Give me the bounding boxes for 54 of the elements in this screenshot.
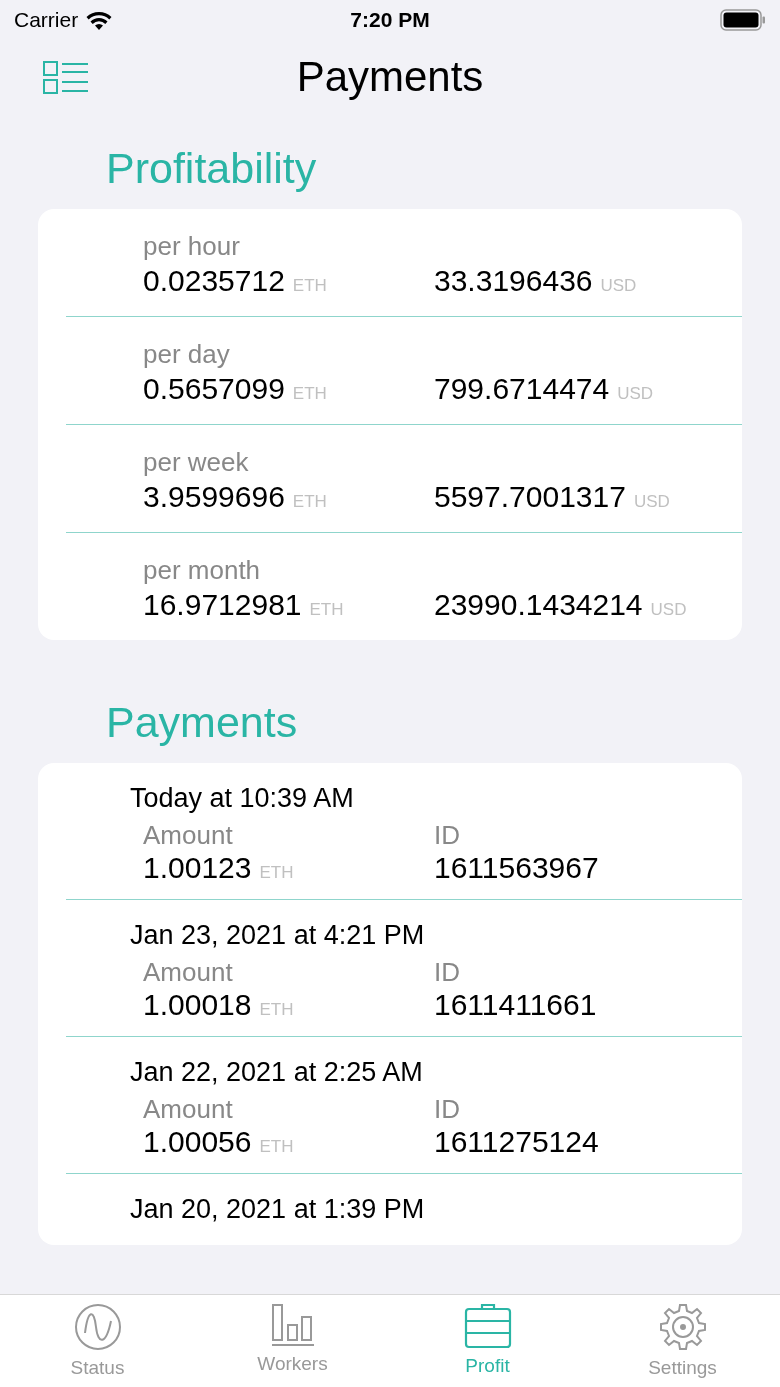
period-label: per week	[143, 447, 250, 478]
tab-item[interactable]: Status	[0, 1295, 195, 1387]
usd-value: 799.6714474	[434, 372, 610, 406]
wifi-icon	[86, 10, 113, 30]
eth-value: 3.9599696	[143, 480, 285, 514]
eth-value: 0.0235712	[143, 264, 285, 298]
period-label: per day	[143, 339, 231, 370]
amount-label: Amount	[143, 957, 234, 988]
period-label: per hour	[143, 231, 241, 262]
eth-value: 0.5657099	[143, 372, 285, 406]
clock-time: 7:20 PM	[350, 8, 430, 32]
battery-icon	[720, 9, 766, 31]
amount-label: Amount	[143, 820, 234, 851]
amount-value: 1.00056	[143, 1125, 252, 1159]
nav-title: Payments	[296, 53, 484, 101]
unit-label: ETH	[292, 492, 327, 512]
amount-label: Amount	[143, 1094, 234, 1125]
unit-label: ETH	[259, 863, 294, 883]
unit-label: USD	[633, 492, 670, 512]
bar-chart-icon	[270, 1303, 315, 1347]
briefcase-icon	[463, 1303, 512, 1349]
amount-value: 1.00123	[143, 851, 252, 885]
wave-icon	[73, 1303, 122, 1351]
payment-id: 1611275124	[434, 1125, 600, 1159]
payment-date: Today at 10:39 AM	[129, 783, 355, 814]
unit-label: ETH	[292, 384, 327, 404]
unit-label: ETH	[259, 1137, 294, 1157]
tab-item[interactable]: Profit	[390, 1295, 585, 1387]
unit-label: USD	[650, 600, 687, 620]
section-title: Payments	[105, 697, 299, 748]
usd-value: 23990.1434214	[434, 588, 643, 622]
id-label: ID	[434, 1094, 461, 1125]
payment-id: 1611563967	[434, 851, 600, 885]
usd-value: 5597.7001317	[434, 480, 626, 514]
tab-item[interactable]: Settings	[585, 1295, 780, 1387]
usd-value: 33.3196436	[434, 264, 593, 298]
unit-label: USD	[617, 384, 654, 404]
payment-date: Jan 20, 2021 at 1:39 PM	[129, 1194, 426, 1225]
section-title: Profitability	[105, 143, 318, 194]
payment-date: Jan 22, 2021 at 2:25 AM	[129, 1057, 424, 1088]
unit-label: ETH	[259, 1000, 294, 1020]
period-label: per month	[143, 555, 262, 586]
settings-icon	[658, 1303, 707, 1351]
eth-value: 16.9712981	[143, 588, 302, 622]
unit-label: ETH	[292, 276, 327, 296]
carrier-label: Carrier	[14, 8, 79, 32]
payment-id: 1611411661	[434, 988, 598, 1022]
payment-date: Jan 23, 2021 at 4:21 PM	[129, 920, 426, 951]
tab-item[interactable]: Workers	[195, 1295, 390, 1387]
id-label: ID	[434, 957, 461, 988]
id-label: ID	[434, 820, 461, 851]
unit-label: USD	[600, 276, 637, 296]
amount-value: 1.00018	[143, 988, 252, 1022]
unit-label: ETH	[309, 600, 344, 620]
